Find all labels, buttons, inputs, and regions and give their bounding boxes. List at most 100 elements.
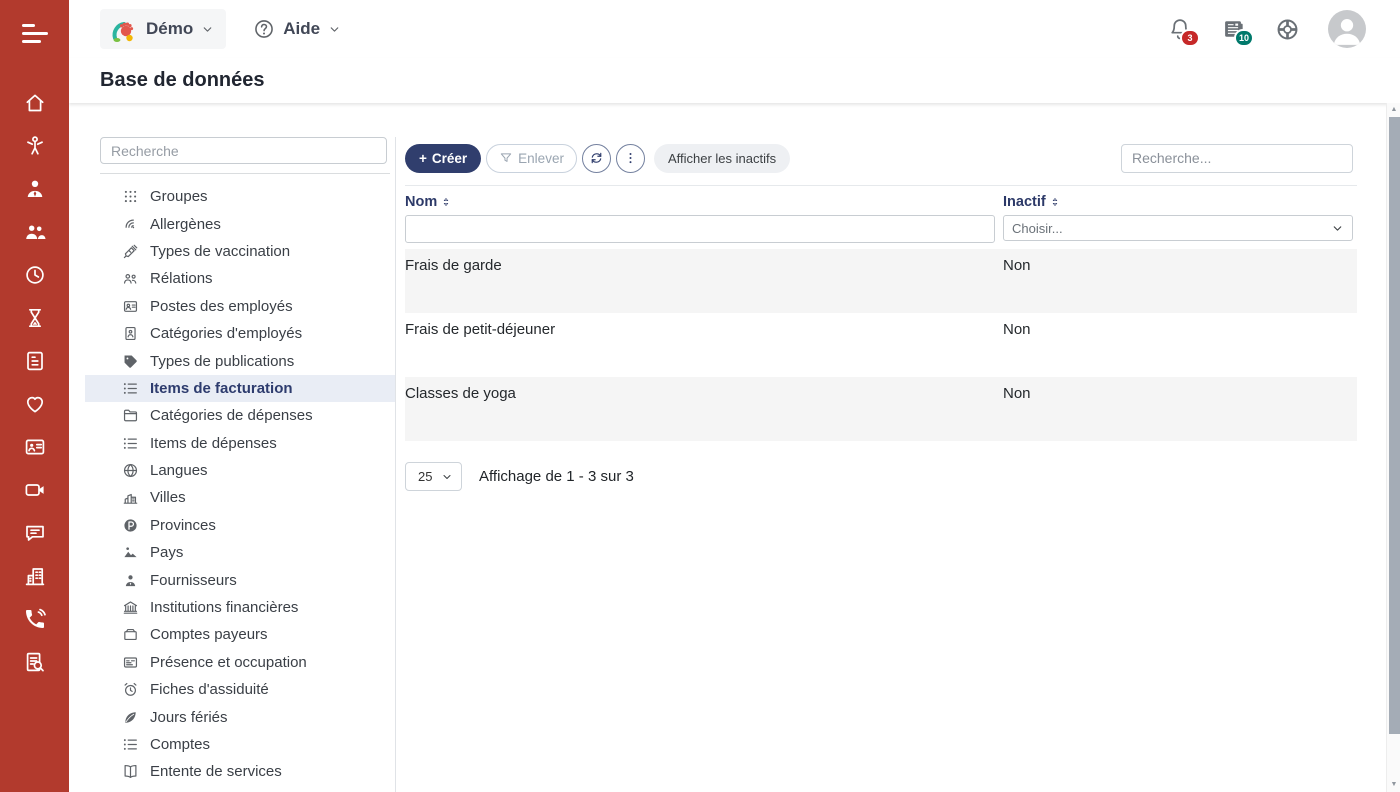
table-row[interactable]: Frais de petit-déjeunerNon [405, 313, 1357, 377]
create-button[interactable]: + Créer [405, 144, 481, 173]
rail-home-button[interactable] [23, 91, 47, 115]
cell-nom: Frais de garde [405, 257, 1003, 313]
db-nav-item[interactable]: Entente de services [85, 758, 395, 785]
book-icon [122, 763, 139, 780]
rail-icon-list [23, 91, 47, 693]
rail-child-button[interactable] [23, 134, 47, 158]
rail-building-button[interactable] [23, 564, 47, 588]
rail-clock-button[interactable] [23, 263, 47, 287]
db-nav-item[interactable]: Langues [85, 457, 395, 484]
table-search-input[interactable] [1121, 144, 1353, 173]
rail-families-button[interactable] [23, 220, 47, 244]
pagination-summary: Affichage de 1 - 3 sur 3 [479, 468, 634, 485]
rail-video-camera-button[interactable] [23, 478, 47, 502]
db-nav-item-label: Catégories d'employés [150, 325, 302, 342]
list-icon [122, 380, 139, 397]
db-nav-item[interactable]: Fiches d'assiduité [85, 676, 395, 703]
db-nav-item[interactable]: Types de vaccination [85, 238, 395, 265]
db-nav-item[interactable]: Catégories de dépenses [85, 402, 395, 429]
db-nav-item[interactable]: Items de facturation [85, 375, 395, 402]
table-row[interactable]: Frais de gardeNon [405, 249, 1357, 313]
db-nav-item-label: Items de facturation [150, 380, 293, 397]
db-nav-item[interactable]: Présence et occupation [85, 649, 395, 676]
db-nav-item[interactable]: Catégories d'employés [85, 320, 395, 347]
news-button[interactable]: 10 [1221, 16, 1247, 42]
hamburger-menu-icon[interactable] [22, 24, 48, 43]
divider [395, 137, 396, 792]
db-nav-item-label: Institutions financières [150, 599, 298, 616]
notification-badge: 3 [1180, 29, 1200, 47]
child-icon [23, 134, 47, 158]
scroll-down-arrow[interactable]: ▼ [1387, 779, 1400, 791]
notifications-button[interactable]: 3 [1167, 16, 1193, 42]
db-nav-item[interactable]: Items de dépenses [85, 430, 395, 457]
p-circle-icon [122, 517, 139, 534]
db-nav-item-label: Présence et occupation [150, 654, 307, 671]
db-nav-item[interactable]: Institutions financières [85, 594, 395, 621]
column-header-nom[interactable]: Nom [405, 194, 1003, 210]
db-nav-item-label: Langues [150, 462, 208, 479]
table-row[interactable]: Classes de yogaNon [405, 377, 1357, 441]
db-nav-item-label: Types de publications [150, 353, 294, 370]
filter-nom-input[interactable] [405, 215, 995, 243]
building-icon [23, 564, 47, 588]
user-avatar[interactable] [1328, 10, 1366, 48]
db-nav-item[interactable]: Provinces [85, 512, 395, 539]
scrollbar-thumb[interactable] [1389, 117, 1400, 734]
scroll-up-arrow[interactable]: ▲ [1387, 104, 1400, 116]
cell-inactif: Non [1003, 321, 1357, 377]
globe-icon [122, 462, 139, 479]
column-header-inactif[interactable]: Inactif [1003, 194, 1357, 210]
filter-inactif-select[interactable]: Choisir... [1003, 215, 1353, 241]
db-nav-item-label: Pays [150, 544, 183, 561]
rail-chat-button[interactable] [23, 521, 47, 545]
educator-icon [23, 177, 47, 201]
remove-filter-button[interactable]: Enlever [486, 144, 577, 173]
chevron-down-icon [441, 471, 453, 483]
db-nav-item[interactable]: Types de publications [85, 347, 395, 374]
db-nav-item[interactable]: Villes [85, 484, 395, 511]
help-menu[interactable]: Aide [253, 18, 341, 40]
clock-icon [23, 263, 47, 287]
rail-phone-button[interactable] [23, 607, 47, 631]
db-nav-item[interactable]: Groupes [85, 183, 395, 210]
refresh-button[interactable] [582, 144, 611, 173]
funnel-icon [499, 151, 513, 165]
db-nav-item-label: Catégories de dépenses [150, 407, 313, 424]
db-nav-item[interactable]: Fournisseurs [85, 566, 395, 593]
scrollbar[interactable]: ▲ ▼ [1386, 103, 1400, 792]
rail-heart-button[interactable] [23, 392, 47, 416]
db-nav-search-input[interactable] [100, 137, 387, 164]
org-switcher[interactable]: Démo [100, 9, 226, 49]
db-nav-item[interactable]: Comptes [85, 731, 395, 758]
landscape-icon [122, 544, 139, 561]
rail-invoice-button[interactable] [23, 349, 47, 373]
db-nav-item[interactable]: Rélations [85, 265, 395, 292]
db-nav-item-label: Items de dépenses [150, 435, 277, 452]
db-nav-item[interactable]: Jours fériés [85, 703, 395, 730]
support-lifebuoy-icon[interactable] [1275, 17, 1300, 42]
db-nav-item[interactable]: Comptes payeurs [85, 621, 395, 648]
show-inactive-button[interactable]: Afficher les inactifs [654, 144, 790, 173]
page-size-select[interactable]: 25 [405, 462, 462, 491]
badge-person-icon [122, 325, 139, 342]
chevron-down-icon [328, 23, 341, 36]
db-nav-item[interactable]: Postes des employés [85, 293, 395, 320]
toolbar: + Créer Enlever Afficher les inactifs [405, 143, 1357, 173]
table-filter-row: Choisir... [405, 215, 1357, 249]
rail-hourglass-button[interactable] [23, 306, 47, 330]
cell-inactif: Non [1003, 385, 1357, 441]
db-nav-item-label: Provinces [150, 517, 216, 534]
db-nav-item[interactable]: Pays [85, 539, 395, 566]
table-header: Nom Inactif [405, 185, 1357, 215]
leaf-icon [122, 709, 139, 726]
db-nav-item-label: Postes des employés [150, 298, 293, 315]
db-nav-item-label: Fournisseurs [150, 572, 237, 589]
db-nav-item[interactable]: Allergènes [85, 210, 395, 237]
more-actions-button[interactable] [616, 144, 645, 173]
topbar-actions: 3 10 [1167, 10, 1400, 48]
rail-educator-button[interactable] [23, 177, 47, 201]
rail-report-search-button[interactable] [23, 650, 47, 674]
rail-id-card-button[interactable] [23, 435, 47, 459]
cell-nom: Classes de yoga [405, 385, 1003, 441]
